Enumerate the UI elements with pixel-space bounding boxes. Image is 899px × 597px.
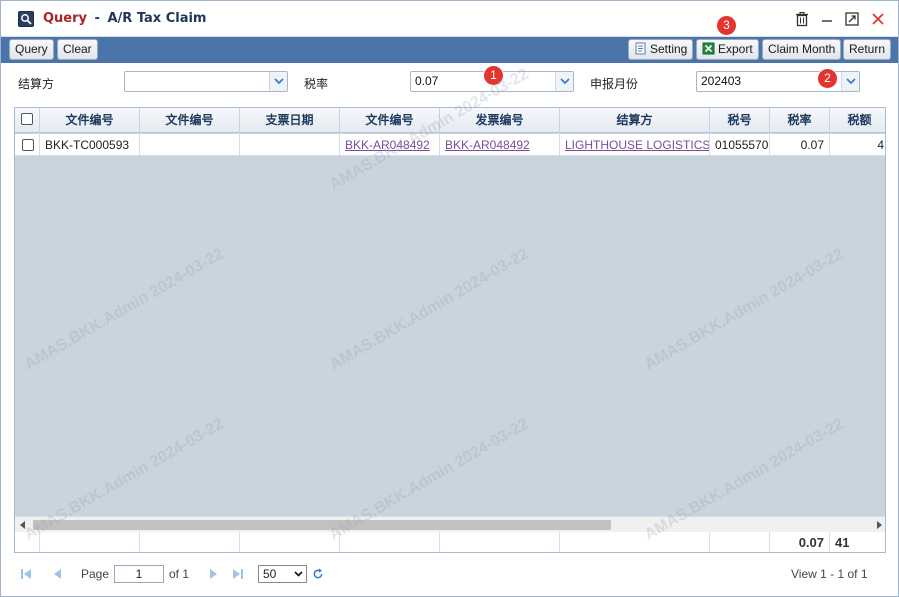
title-name: A/R Tax Claim xyxy=(107,11,207,26)
tax-id-cell: 01055570 xyxy=(710,134,770,156)
summary-cell xyxy=(340,532,440,552)
export-button[interactable]: Export xyxy=(696,39,759,60)
tax-rate-cell: 0.07 xyxy=(770,134,830,156)
title-action: Query xyxy=(43,11,88,26)
chevron-down-icon[interactable] xyxy=(269,72,287,91)
invoice-no-link[interactable]: BKK-AR048492 xyxy=(440,134,560,156)
trash-icon[interactable] xyxy=(794,11,812,29)
query-button[interactable]: Query xyxy=(9,39,54,60)
export-label: Export xyxy=(718,42,753,56)
grid-header: 文件编号 文件编号 支票日期 文件编号 发票编号 结算方 税号 税率 税额 xyxy=(15,108,885,133)
search-icon xyxy=(18,11,34,27)
page-label: Page xyxy=(81,567,110,581)
tax-rate-total: 0.07 xyxy=(770,532,830,552)
tax-amount-cell: 4 xyxy=(830,134,885,156)
declare-month-value: 202403 xyxy=(701,74,742,88)
doc-no-cell: BKK-TC000593 xyxy=(40,134,140,156)
page-input[interactable]: 1 xyxy=(114,565,164,583)
chevron-down-icon[interactable] xyxy=(555,72,573,91)
column-header[interactable]: 文件编号 xyxy=(140,108,240,133)
excel-icon xyxy=(702,42,715,55)
annotation-badge: 2 xyxy=(818,69,837,88)
setting-label: Setting xyxy=(650,42,688,56)
data-grid: 文件编号 文件编号 支票日期 文件编号 发票编号 结算方 税号 税率 税额 BK… xyxy=(14,107,886,553)
settlement-select[interactable] xyxy=(124,71,288,92)
tax-amount-total: 41 xyxy=(830,532,885,552)
column-header[interactable]: 文件编号 xyxy=(340,108,440,133)
settlement-link[interactable]: LIGHTHOUSE LOGISTICS xyxy=(560,134,710,156)
summary-cell xyxy=(560,532,710,552)
settlement-label: 结算方 xyxy=(18,77,55,91)
summary-cell xyxy=(240,532,340,552)
column-header[interactable]: 税率 xyxy=(770,108,830,133)
summary-cell xyxy=(440,532,560,552)
doc-no-link[interactable]: BKK-AR048492 xyxy=(340,134,440,156)
refresh-icon[interactable] xyxy=(312,568,324,580)
pager: Page 1 of 1 50 View 1 - 1 of 1 xyxy=(14,559,886,589)
scrollbar-thumb[interactable] xyxy=(33,520,611,530)
chevron-down-icon[interactable] xyxy=(841,72,859,91)
doc-no-2-cell xyxy=(140,134,240,156)
window-title: Query - A/R Tax Claim xyxy=(43,11,206,26)
row-checkbox[interactable] xyxy=(22,139,34,151)
annotation-badge: 3 xyxy=(717,16,736,35)
scroll-right-icon[interactable] xyxy=(875,521,883,529)
minimize-icon[interactable] xyxy=(819,11,837,29)
chevron-down-icon xyxy=(294,571,303,577)
setting-button[interactable]: Setting xyxy=(628,39,694,60)
summary-cell xyxy=(710,532,770,552)
page-size-value: 50 xyxy=(263,567,277,581)
toolbar: Query Clear Setting Export Claim Month R… xyxy=(1,37,898,63)
select-all-checkbox[interactable] xyxy=(21,113,33,125)
title-bar: Query - A/R Tax Claim xyxy=(1,1,898,37)
table-row[interactable]: BKK-TC000593 BKK-AR048492 BKK-AR048492 L… xyxy=(15,134,885,156)
next-page-icon[interactable] xyxy=(208,568,220,580)
app-window: Query - A/R Tax Claim Query Clear Settin… xyxy=(0,0,899,597)
maximize-icon[interactable] xyxy=(844,11,862,29)
clear-button[interactable]: Clear xyxy=(57,39,98,60)
column-header[interactable]: 支票日期 xyxy=(240,108,340,133)
column-header[interactable]: 结算方 xyxy=(560,108,710,133)
column-header[interactable]: 税号 xyxy=(710,108,770,133)
last-page-icon[interactable] xyxy=(232,568,244,580)
tax-rate-label: 税率 xyxy=(304,77,329,91)
declare-month-label: 申报月份 xyxy=(590,77,639,91)
column-header[interactable]: 文件编号 xyxy=(40,108,140,133)
page-of-label: of 1 xyxy=(169,567,190,581)
summary-row: 0.07 41 xyxy=(15,532,885,552)
summary-cell xyxy=(15,532,40,552)
annotation-badge: 1 xyxy=(484,66,503,85)
column-header[interactable]: 发票编号 xyxy=(440,108,560,133)
row-select-cell xyxy=(15,134,40,156)
return-button[interactable]: Return xyxy=(843,39,892,60)
close-icon[interactable] xyxy=(870,11,888,29)
claim-month-button[interactable]: Claim Month xyxy=(762,39,842,60)
scroll-left-icon[interactable] xyxy=(19,521,27,529)
cheque-date-cell xyxy=(240,134,340,156)
prev-page-icon[interactable] xyxy=(51,568,63,580)
document-icon xyxy=(634,42,647,55)
title-separator: - xyxy=(94,11,100,26)
column-header[interactable]: 税额 xyxy=(830,108,885,133)
summary-cell xyxy=(140,532,240,552)
tax-rate-value: 0.07 xyxy=(415,74,439,88)
horizontal-scrollbar[interactable] xyxy=(15,516,885,532)
view-info: View 1 - 1 of 1 xyxy=(791,567,868,581)
page-size-select[interactable]: 50 xyxy=(258,565,307,583)
first-page-icon[interactable] xyxy=(20,568,32,580)
filter-bar: 结算方 税率 0.07 申报月份 202403 xyxy=(1,63,898,101)
summary-cell xyxy=(40,532,140,552)
select-all-cell xyxy=(15,108,40,133)
